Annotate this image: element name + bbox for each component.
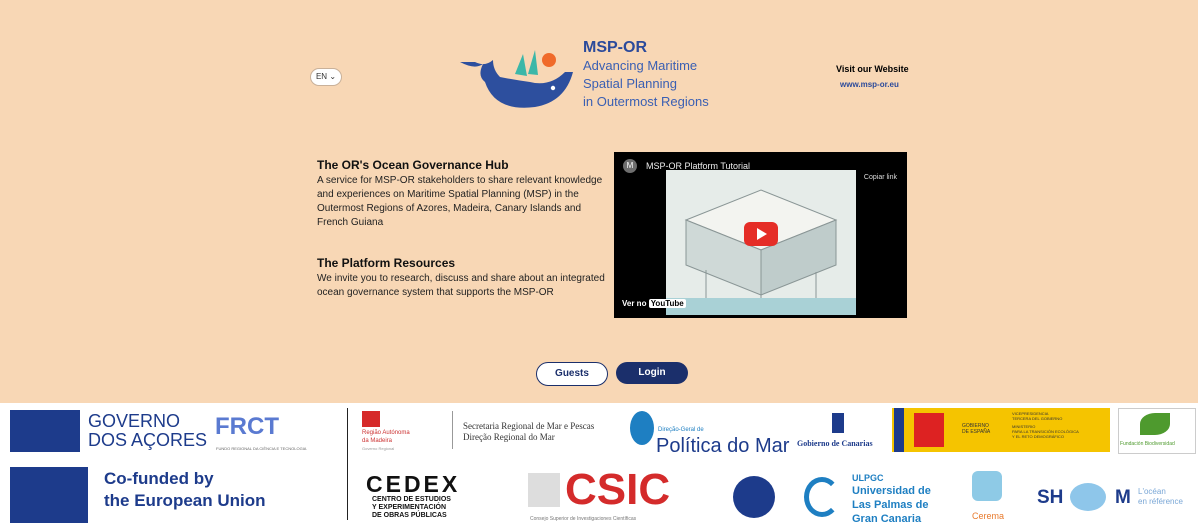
hub-description: A service for MSP-OR stakeholders to sha… — [317, 175, 603, 228]
play-icon[interactable] — [744, 222, 778, 246]
youtube-icon: YouTube — [648, 299, 686, 308]
csic-logo: CSIC — [565, 465, 671, 514]
ulpgc-text-4: Gran Canaria — [852, 513, 922, 524]
main-banner: EN ⌄ MSP-OR Advancing Maritime Spatial P… — [0, 0, 1198, 403]
csic-sub: Consejo Superior de Investigaciones Cien… — [530, 516, 637, 522]
brand-tagline-3: in Outermost Regions — [583, 94, 709, 109]
madeira-text-2: da Madeira — [362, 438, 393, 444]
login-button[interactable]: Login — [616, 362, 688, 384]
eu-text-1: Co-funded by — [104, 469, 214, 488]
eu-flag-icon — [10, 467, 88, 523]
eu-strip-icon — [894, 408, 904, 452]
cerema-text: Cerema — [972, 511, 1005, 521]
cerema-icon — [972, 471, 1002, 501]
cedex-logo: CEDEX — [366, 471, 461, 497]
dir-mar-text: Direção Regional do Mar — [463, 432, 555, 442]
msp-or-whale-logo — [460, 50, 573, 108]
shom-wave-icon — [1070, 483, 1106, 511]
cedex-text-3: DE OBRAS PÚBLICAS — [372, 512, 447, 519]
ieo-icon — [733, 476, 775, 518]
frct-logo: FRCT — [215, 413, 279, 440]
eu-text-2: the European Union — [104, 491, 266, 510]
dgpm-small: Direção-Geral de — [658, 427, 704, 433]
shom-text-1: L'océan — [1138, 487, 1166, 496]
canarias-shield-icon — [832, 413, 844, 433]
visit-website-label: Visit our Website — [836, 64, 909, 74]
madeira-text-1: Região Autónoma — [362, 430, 410, 436]
divider — [347, 408, 348, 520]
partners-footer: GOVERNO DOS AÇORES FRCT FUNDO REGIONAL D… — [0, 403, 1198, 524]
azores-gov-text-2: DOS AÇORES — [88, 430, 208, 450]
copy-link-button[interactable]: Copiar link — [864, 174, 897, 181]
sec-mar-text: Secretaria Regional de Mar e Pescas — [463, 421, 595, 431]
ulpgc-icon — [804, 477, 840, 517]
resources-description: We invite you to research, discuss and s… — [317, 273, 605, 298]
azores-gov-text-1: GOVERNO — [88, 411, 181, 431]
hub-title: The OR's Ocean Governance Hub — [317, 158, 509, 172]
madeira-icon — [362, 411, 380, 427]
video-player[interactable]: M MSP-OR Platform Tutorial Copiar link V… — [614, 152, 907, 318]
guests-button[interactable]: Guests — [536, 362, 608, 386]
language-selector[interactable]: EN ⌄ — [310, 68, 342, 86]
brand-title: MSP-OR — [583, 39, 647, 56]
madeira-text-3: Governo Regional — [362, 446, 395, 451]
shom-text-2: en référence — [1138, 497, 1183, 506]
website-link[interactable]: www.msp-or.eu — [840, 80, 899, 89]
video-title[interactable]: MSP-OR Platform Tutorial — [646, 161, 750, 171]
canarias-text: Gobierno de Canarias — [797, 439, 873, 448]
brand-tagline-1: Advancing Maritime — [583, 58, 698, 73]
cedex-text-1: CENTRO DE ESTUDIOS — [372, 496, 451, 503]
espana-coat-icon — [914, 413, 944, 447]
cedex-text-2: Y EXPERIMENTACIÓN — [372, 504, 447, 511]
ulpgc-text-2: Universidad de — [852, 485, 931, 497]
divider — [452, 411, 453, 449]
grass-icon — [1140, 413, 1170, 435]
ulpgc-text-1: ULPGC — [852, 473, 884, 483]
vice-text-2: TERCERA DEL GOBIERNO — [1012, 416, 1063, 421]
resources-title: The Platform Resources — [317, 256, 456, 270]
dgpm-icon — [630, 411, 654, 445]
biodiv-text: Fundación Biodiversidad — [1120, 441, 1175, 447]
shom-logo-1: SH — [1037, 487, 1064, 508]
espana-text-2: DE ESPAÑA — [962, 429, 991, 435]
csic-emblem-icon — [528, 473, 560, 507]
ulpgc-text-3: Las Palmas de — [852, 499, 929, 511]
watch-on-youtube-button[interactable]: Ver no YouTube — [622, 299, 686, 308]
frct-sub: FUNDO REGIONAL DA CIÊNCIA E TECNOLOGIA — [216, 446, 307, 451]
channel-avatar: M — [623, 159, 637, 173]
azores-flag-icon — [10, 410, 80, 452]
shom-logo-2: M — [1115, 487, 1131, 508]
dgpm-text: Política do Mar — [656, 435, 790, 457]
vice-text-5: Y EL RETO DEMOGRÁFICO — [1012, 434, 1064, 439]
brand-tagline-2: Spatial Planning — [583, 76, 677, 91]
